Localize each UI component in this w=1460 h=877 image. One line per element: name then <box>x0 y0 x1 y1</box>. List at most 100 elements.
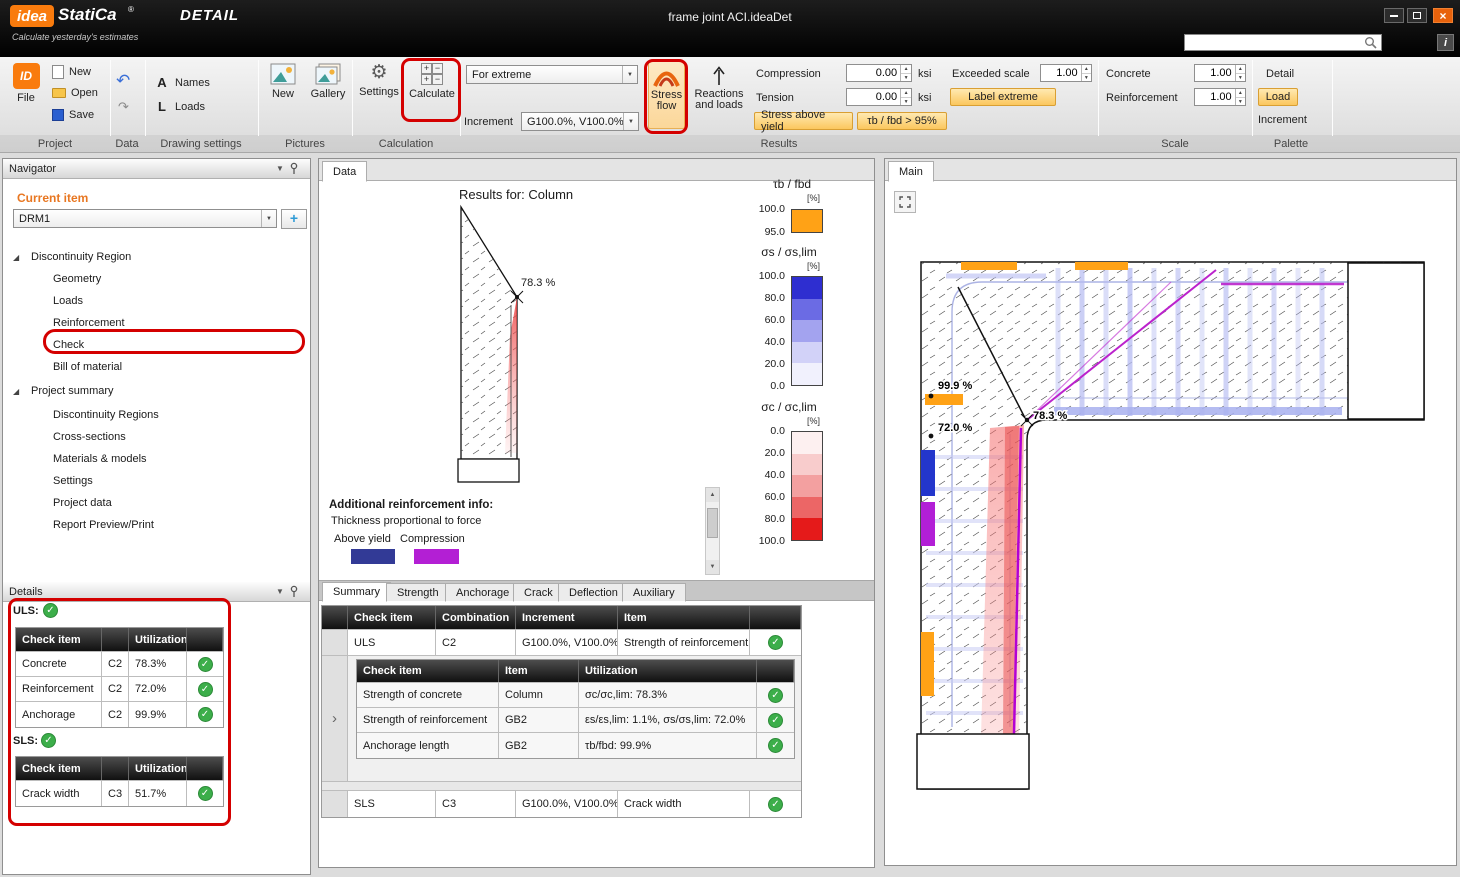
tree-item-loads[interactable]: Loads <box>3 291 310 311</box>
tab-crack[interactable]: Crack <box>513 583 564 602</box>
search-input[interactable] <box>1185 37 1363 49</box>
spin-down-icon[interactable]: ▼ <box>1236 98 1245 106</box>
tension-spin-arrows[interactable]: ▲▼ <box>900 89 911 105</box>
reinforcement-scale-input[interactable] <box>1195 89 1235 105</box>
names-toggle[interactable]: ANames <box>154 75 210 90</box>
spin-down-icon[interactable]: ▼ <box>1236 74 1245 82</box>
info-button[interactable]: i <box>1437 34 1454 51</box>
spin-down-icon[interactable]: ▼ <box>1082 74 1091 82</box>
spin-up-icon[interactable]: ▲ <box>1236 65 1245 74</box>
table-row[interactable]: Concrete C2 78.3% ✓ <box>16 652 223 677</box>
scroll-down-icon[interactable]: ▼ <box>706 560 719 574</box>
table-row[interactable]: Strength of concrete Column σc/σc,lim: 7… <box>357 683 794 708</box>
tree-item-bill-of-material[interactable]: Bill of material <box>3 357 310 377</box>
open-button[interactable]: Open <box>52 87 98 99</box>
redo-button[interactable]: ↷ <box>118 99 129 115</box>
tree-item-discontinuity-region[interactable]: ◢ Discontinuity Region <box>3 247 310 267</box>
stress-flow-button[interactable]: Stressflow <box>648 61 685 129</box>
details-title: Details <box>9 586 43 598</box>
tension-input[interactable] <box>847 89 900 105</box>
tree-item-project-data[interactable]: Project data <box>3 493 310 513</box>
close-button[interactable]: × <box>1433 8 1453 23</box>
tab-main[interactable]: Main <box>888 161 934 182</box>
spin-up-icon[interactable]: ▲ <box>1236 89 1245 98</box>
tab-data[interactable]: Data <box>322 161 367 182</box>
navigator-pin-icon[interactable] <box>288 162 304 175</box>
spin-up-icon[interactable]: ▲ <box>1082 65 1091 74</box>
tab-anchorage[interactable]: Anchorage <box>445 583 520 602</box>
tree-item-project-summary[interactable]: ◢ Project summary <box>3 381 310 401</box>
details-pin-icon[interactable] <box>288 585 304 598</box>
minimize-button[interactable] <box>1384 8 1404 23</box>
column-result-canvas[interactable] <box>455 201 587 485</box>
loads-toggle[interactable]: LLoads <box>154 99 205 114</box>
calc-cell: + <box>421 74 432 85</box>
tree-item-discontinuity-regions[interactable]: Discontinuity Regions <box>3 405 310 425</box>
palette-increment-button[interactable]: Increment <box>1258 114 1307 126</box>
calculate-button[interactable]: +− +− Calculate <box>406 60 458 120</box>
nested-expander[interactable]: › <box>322 656 348 781</box>
compression-input[interactable] <box>847 65 900 81</box>
tree-expanded-icon[interactable]: ◢ <box>13 387 19 396</box>
add-item-button[interactable]: + <box>281 209 307 229</box>
concrete-spin-arrows[interactable]: ▲▼ <box>1235 65 1245 81</box>
tab-auxiliary[interactable]: Auxiliary <box>622 583 686 602</box>
increment-select[interactable]: G100.0%, V100.0% ▼ <box>521 112 639 131</box>
navigator-collapse-icon[interactable]: ▼ <box>272 164 288 173</box>
tab-deflection[interactable]: Deflection <box>558 583 629 602</box>
tree-item-report-preview[interactable]: Report Preview/Print <box>3 515 310 535</box>
gallery-button[interactable]: Gallery <box>306 60 350 120</box>
tree-item-geometry[interactable]: Geometry <box>3 269 310 289</box>
palette-load-button[interactable]: Load <box>1258 88 1298 106</box>
tree-item-settings[interactable]: Settings <box>3 471 310 491</box>
exceeded-spin-arrows[interactable]: ▲▼ <box>1081 65 1091 81</box>
row-expander[interactable] <box>322 630 348 655</box>
scrollbar-track[interactable] <box>706 502 719 560</box>
tree-expanded-icon[interactable]: ◢ <box>13 253 19 262</box>
table-row[interactable]: Anchorage C2 99.9% ✓ <box>16 702 223 727</box>
tb-fbd-toggle[interactable]: τb / fbd > 95% <box>857 112 947 130</box>
file-button[interactable]: ID File <box>6 60 46 120</box>
reactions-loads-button[interactable]: Reactionsand loads <box>690 61 748 129</box>
tree-item-cross-sections[interactable]: Cross-sections <box>3 427 310 447</box>
row-status-icon: ✓ <box>198 682 213 697</box>
current-item-select[interactable]: DRM1 ▼ <box>13 209 277 228</box>
new-project-button[interactable]: New <box>52 65 91 79</box>
concrete-scale-input[interactable] <box>1195 65 1235 81</box>
graphics-scrollbar[interactable]: ▲ ▼ <box>705 487 720 575</box>
uls-col-utilization: Utilization <box>129 628 187 651</box>
extreme-select[interactable]: For extreme ▼ <box>466 65 638 84</box>
settings-button[interactable]: ⚙ Settings <box>356 60 402 120</box>
summary-row-sls[interactable]: SLS C3 G100.0%, V100.0% Crack width ✓ <box>322 791 801 817</box>
picture-new-button[interactable]: New <box>262 60 304 120</box>
spin-up-icon[interactable]: ▲ <box>901 89 911 98</box>
frame-joint-canvas[interactable]: 99.9 % 72.0 % 78.3 % <box>886 182 1455 841</box>
reinforcement-spin-arrows[interactable]: ▲▼ <box>1235 89 1245 105</box>
spin-up-icon[interactable]: ▲ <box>901 65 911 74</box>
tree-item-check[interactable]: Check <box>3 335 310 355</box>
details-collapse-icon[interactable]: ▼ <box>272 587 288 596</box>
exceeded-scale-input[interactable] <box>1041 65 1081 81</box>
table-row[interactable]: Strength of reinforcement GB2 εs/εs,lim:… <box>357 708 794 733</box>
label-extreme-toggle[interactable]: Label extreme <box>950 88 1056 106</box>
table-row[interactable]: Reinforcement C2 72.0% ✓ <box>16 677 223 702</box>
compression-spin-arrows[interactable]: ▲▼ <box>900 65 911 81</box>
spin-down-icon[interactable]: ▼ <box>901 74 911 82</box>
tab-strength[interactable]: Strength <box>386 583 450 602</box>
table-row[interactable]: Crack width C3 51.7% ✓ <box>16 781 223 806</box>
tree-item-reinforcement[interactable]: Reinforcement <box>3 313 310 333</box>
tab-summary[interactable]: Summary <box>322 582 391 602</box>
scroll-up-icon[interactable]: ▲ <box>706 488 719 502</box>
table-row[interactable]: Anchorage length GB2 τb/fbd: 99.9% ✓ <box>357 733 794 758</box>
spin-down-icon[interactable]: ▼ <box>901 98 911 106</box>
maximize-button[interactable] <box>1407 8 1427 23</box>
palette-detail-button[interactable]: Detail <box>1266 68 1294 80</box>
stress-above-yield-toggle[interactable]: Stress above yield <box>754 112 853 130</box>
row-expander[interactable] <box>322 791 348 817</box>
save-button[interactable]: Save <box>52 109 94 121</box>
tree-item-materials-models[interactable]: Materials & models <box>3 449 310 469</box>
undo-button[interactable]: ↶ <box>116 71 130 91</box>
summary-row-uls[interactable]: ULS C2 G100.0%, V100.0% Strength of rein… <box>322 630 801 656</box>
scrollbar-thumb[interactable] <box>707 508 718 538</box>
cell-utilization: εs/εs,lim: 1.1%, σs/σs,lim: 72.0% <box>579 708 757 732</box>
